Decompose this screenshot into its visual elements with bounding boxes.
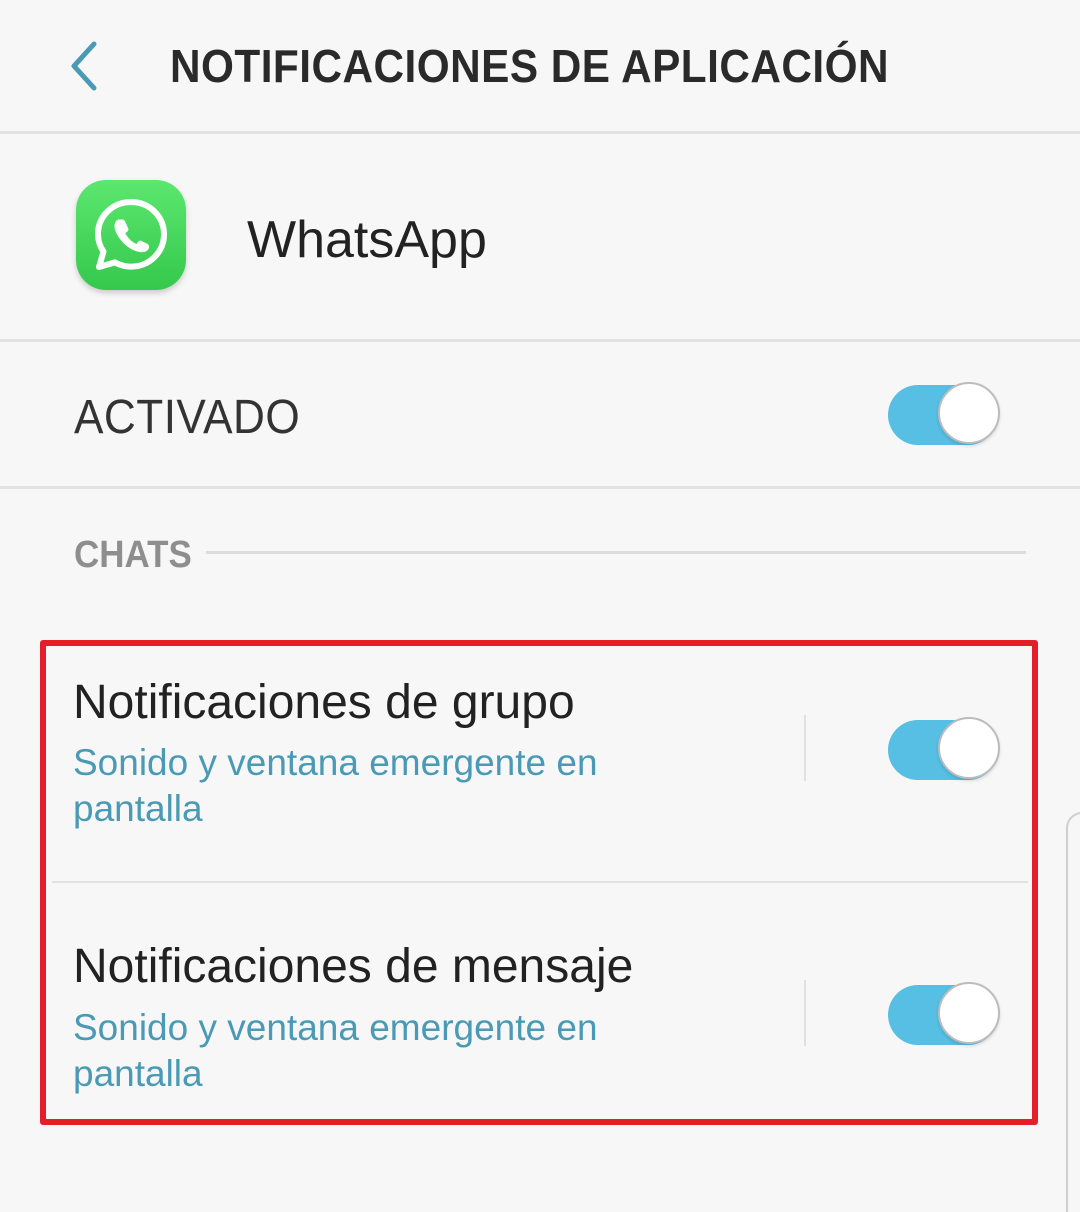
toggle-thumb [938, 982, 1000, 1044]
activado-divider [0, 486, 1080, 489]
vertical-separator [804, 715, 806, 781]
setting-subtitle: Sonido y ventana emergente en pantalla [73, 1007, 598, 1094]
setting-title: Notificaciones de mensaje [73, 940, 634, 993]
page-title: NOTIFICACIONES DE APLICACIÓN [170, 40, 890, 92]
app-name: WhatsApp [247, 211, 487, 269]
vertical-separator [804, 980, 806, 1046]
section-header-chats: CHATS [74, 534, 192, 576]
whatsapp-logo-icon [76, 180, 186, 290]
group-notifications-toggle[interactable] [888, 717, 1002, 783]
setting-title: Notificaciones de grupo [73, 676, 575, 729]
toggle-thumb [938, 382, 1000, 444]
toggle-thumb [938, 717, 1000, 779]
header-divider [0, 131, 1080, 134]
activado-toggle[interactable] [888, 382, 1002, 448]
message-notifications-toggle[interactable] [888, 982, 1002, 1048]
setting-subtitle: Sonido y ventana emergente en pantalla [73, 742, 598, 829]
chevron-left-icon [71, 41, 97, 91]
row-divider [52, 881, 1028, 883]
back-button[interactable] [52, 30, 116, 102]
activado-label: ACTIVADO [74, 391, 301, 444]
scroll-edge-indicator [1066, 812, 1080, 1212]
section-divider-line [206, 551, 1026, 554]
